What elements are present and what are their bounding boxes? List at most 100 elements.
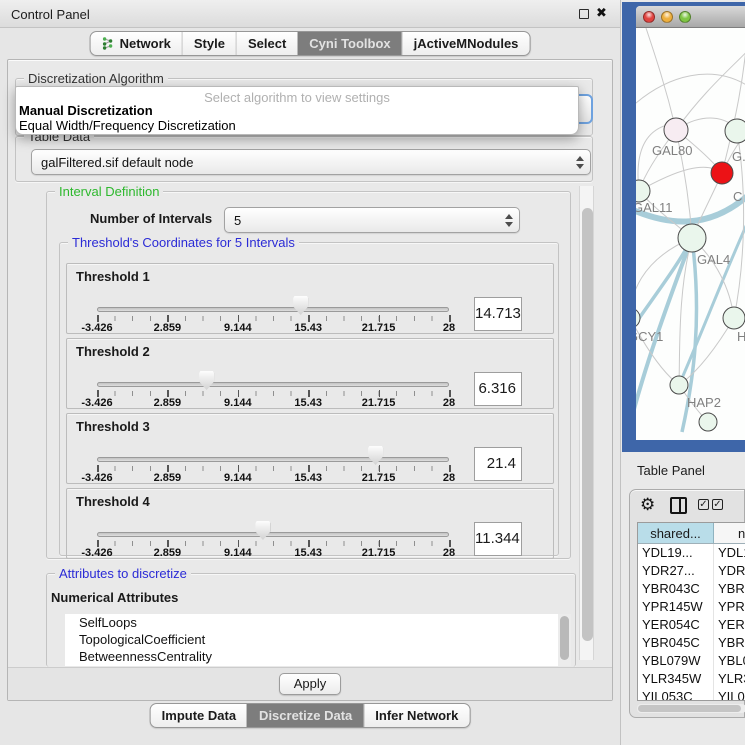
- slider-thumb[interactable]: [293, 296, 308, 315]
- table-row[interactable]: YBR045CYBR0: [638, 634, 745, 652]
- tab-discretize-data[interactable]: Discretize Data: [247, 704, 363, 727]
- tab-style[interactable]: Style: [182, 32, 236, 55]
- network-node-hap2[interactable]: [670, 376, 688, 394]
- column-header-shared-name[interactable]: shared...: [638, 523, 714, 543]
- network-node-label: C: [733, 189, 742, 204]
- table-row[interactable]: YER054CYER0: [638, 616, 745, 634]
- thresholds-group-title: Threshold's Coordinates for 5 Intervals: [68, 235, 299, 250]
- apply-button[interactable]: Apply: [279, 673, 341, 695]
- table-hscrollbar-track[interactable]: [637, 704, 745, 713]
- threshold-value-field[interactable]: 6.316: [474, 372, 522, 406]
- attributes-scrollbar-track[interactable]: [558, 614, 571, 666]
- table-row[interactable]: YDR27...YDR2: [638, 562, 745, 580]
- network-edge[interactable]: [679, 318, 734, 385]
- network-node-c[interactable]: [711, 162, 733, 184]
- dropdown-option-manual-discretization[interactable]: Manual Discretization: [16, 103, 578, 118]
- settings-gear-icon[interactable]: ⚙: [640, 495, 655, 515]
- slider-thumb[interactable]: [368, 446, 383, 465]
- slider-tick-labels: -3.4262.8599.14415.4321.71528: [97, 322, 449, 334]
- number-of-intervals-value: 5: [234, 213, 501, 228]
- dropdown-options: Manual DiscretizationEqual Width/Frequen…: [16, 103, 578, 133]
- slider-tick-labels: -3.4262.8599.14415.4321.71528: [97, 397, 449, 409]
- network-node[interactable]: [699, 413, 717, 431]
- tick-label: 9.144: [224, 547, 252, 559]
- major-tick: [167, 465, 169, 472]
- slider-thumb[interactable]: [255, 521, 270, 540]
- threshold-value-field[interactable]: 21.4: [474, 447, 522, 481]
- threshold-slider[interactable]: -3.4262.8599.14415.4321.71528: [97, 489, 449, 560]
- dropdown-option-equal-width-frequency-discretization[interactable]: Equal Width/Frequency Discretization: [16, 118, 578, 133]
- network-node-h[interactable]: [723, 307, 745, 329]
- dropdown-placeholder[interactable]: Select algorithm to view settings: [16, 87, 578, 103]
- network-edge[interactable]: [639, 167, 722, 191]
- network-node-gal80[interactable]: [664, 118, 688, 142]
- table-row[interactable]: YBL079WYBL0: [638, 652, 745, 670]
- table-data-combobox[interactable]: galFiltered.sif default node: [31, 149, 591, 175]
- attribute-item-selfloops[interactable]: SelfLoops: [65, 614, 571, 631]
- major-tick: [97, 465, 99, 472]
- threshold-value-field[interactable]: 11.344: [474, 522, 522, 556]
- table-hscrollbar-thumb[interactable]: [638, 705, 741, 712]
- network-edge[interactable]: [646, 28, 676, 130]
- tick-label: 21.715: [362, 397, 396, 409]
- threshold-slider[interactable]: -3.4262.8599.14415.4321.71528: [97, 414, 449, 485]
- attribute-item-topologicalcoefficient[interactable]: TopologicalCoefficient: [65, 631, 571, 648]
- tab-infer-network[interactable]: Infer Network: [363, 704, 469, 727]
- stepper-arrows-icon: [576, 156, 584, 169]
- close-icon[interactable]: ✖: [596, 5, 607, 21]
- checkbox-icon[interactable]: ✓: [698, 499, 709, 510]
- table-row[interactable]: YLR345WYLR3: [638, 670, 745, 688]
- network-canvas[interactable]: GAL80G.CGAL11GAL4GCY1HHAP2: [636, 28, 745, 440]
- network-node-label: HAP2: [687, 395, 721, 410]
- table-row[interactable]: YDL19...YDL1: [638, 544, 745, 562]
- number-of-intervals-combobox[interactable]: 5: [224, 207, 520, 233]
- panel-scrollbar-track[interactable]: [579, 186, 594, 660]
- tab-label: jActiveMNodules: [414, 36, 519, 51]
- table-row[interactable]: YIL053CYIL0: [638, 688, 745, 701]
- threshold-value-field[interactable]: 14.713: [474, 297, 522, 331]
- cell-name: YIL0: [714, 688, 745, 701]
- tab-impute-data[interactable]: Impute Data: [151, 704, 247, 727]
- minimize-traffic-light-icon[interactable]: [661, 11, 673, 23]
- major-tick: [97, 540, 99, 547]
- close-traffic-light-icon[interactable]: [643, 11, 655, 23]
- network-edge[interactable]: [636, 74, 745, 114]
- zoom-traffic-light-icon[interactable]: [679, 11, 691, 23]
- table-row[interactable]: YPR145WYPR1: [638, 598, 745, 616]
- network-node-g[interactable]: [725, 119, 745, 143]
- tab-network[interactable]: Network: [91, 32, 182, 55]
- major-tick: [238, 540, 240, 547]
- float-window-icon[interactable]: [579, 9, 589, 19]
- threshold-slider[interactable]: -3.4262.8599.14415.4321.71528: [97, 339, 449, 410]
- checkbox-icon[interactable]: ✓: [712, 499, 723, 510]
- table-row[interactable]: YBR043CYBR0: [638, 580, 745, 598]
- major-tick: [449, 315, 451, 322]
- cell-shared-name: YBR045C: [638, 634, 714, 652]
- panel-scrollbar-thumb[interactable]: [582, 208, 593, 641]
- cell-name: YBR0: [714, 580, 745, 598]
- network-node-gcy1[interactable]: [636, 308, 640, 328]
- table-data-value: galFiltered.sif default node: [41, 155, 572, 170]
- tab-select[interactable]: Select: [236, 32, 297, 55]
- attribute-item-betweennesscentrality[interactable]: BetweennessCentrality: [65, 648, 571, 665]
- tick-label: 15.43: [294, 322, 322, 334]
- column-split-icon[interactable]: [670, 497, 687, 514]
- network-node-label: H: [737, 329, 745, 344]
- network-node-gal4[interactable]: [678, 224, 706, 252]
- network-graph[interactable]: GAL80G.CGAL11GAL4GCY1HHAP2: [636, 28, 745, 440]
- cell-shared-name: YLR345W: [638, 670, 714, 688]
- column-header-name[interactable]: n: [714, 523, 745, 543]
- interval-definition-title: Interval Definition: [55, 184, 163, 199]
- attributes-scrollbar-thumb[interactable]: [560, 616, 569, 660]
- network-node-label: GCY1: [636, 329, 663, 344]
- network-node-label: GAL80: [652, 143, 692, 158]
- tab-jactivemnodules[interactable]: jActiveMNodules: [402, 32, 530, 55]
- attributes-list[interactable]: SelfLoopsTopologicalCoefficientBetweenne…: [65, 614, 571, 666]
- slider-thumb[interactable]: [199, 371, 214, 390]
- tab-cyni-toolbox[interactable]: Cyni Toolbox: [297, 32, 401, 55]
- threshold-slider[interactable]: -3.4262.8599.14415.4321.71528: [97, 264, 449, 335]
- tick-label: 2.859: [154, 547, 182, 559]
- slider-track: [97, 307, 449, 312]
- network-node-gal11[interactable]: [636, 180, 650, 202]
- tab-label: Network: [120, 36, 171, 51]
